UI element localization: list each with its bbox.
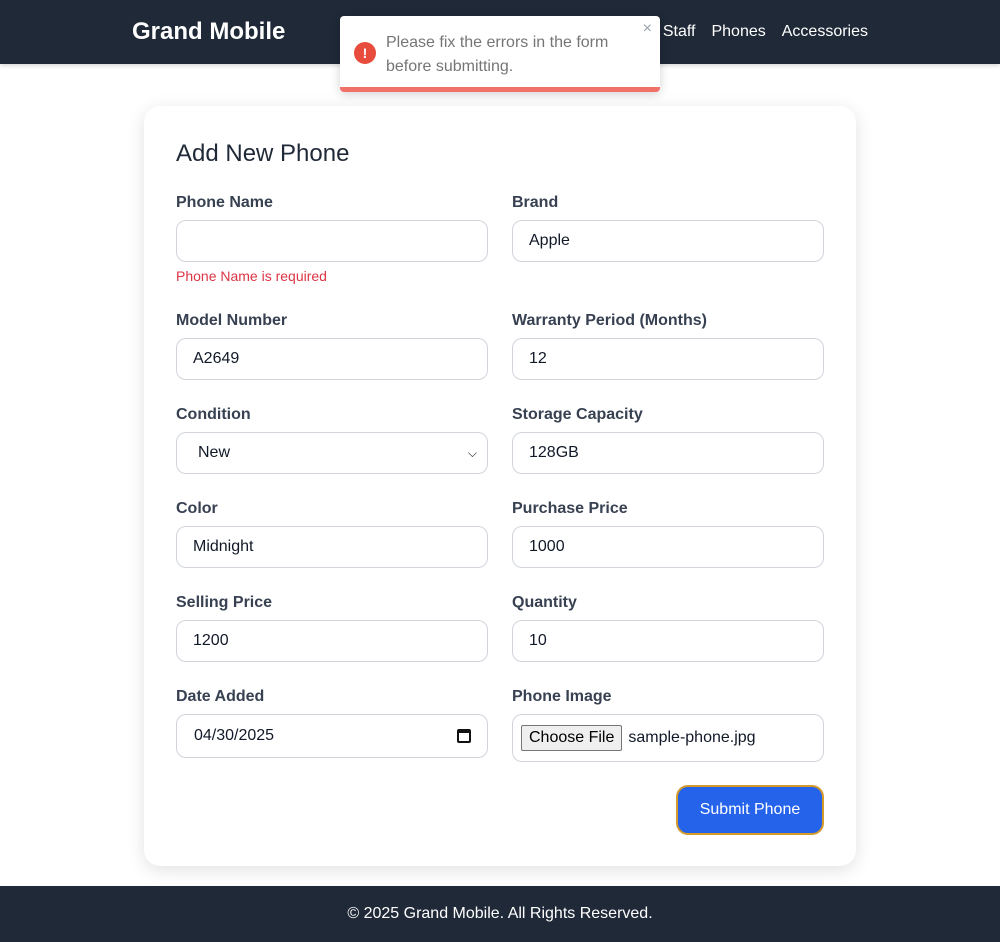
field-phone-image: Phone Image Choose File sample-phone.jpg [512,688,824,762]
field-date-added: Date Added 04/30/2025 [176,688,488,758]
phone-name-input[interactable] [176,220,488,262]
field-condition: Condition New ⌵ [176,406,488,474]
brand-label: Brand [512,194,559,211]
phone-name-error: Phone Name is required [176,268,327,284]
quantity-label: Quantity [512,594,577,611]
field-selling-price: Selling Price 1200 [176,594,488,662]
model-number-input[interactable]: A2649 [176,338,488,380]
quantity-input[interactable]: 10 [512,620,824,662]
add-phone-card: Add New Phone Phone Name Phone Name is r… [144,106,856,866]
storage-label: Storage Capacity [512,406,643,423]
color-input[interactable]: Midnight [176,526,488,568]
purchase-price-label: Purchase Price [512,500,628,517]
error-toast: ! Please fix the errors in the form befo… [340,16,660,92]
field-brand: Brand Apple [512,194,824,262]
field-color: Color Midnight [176,500,488,568]
storage-input[interactable]: 128GB [512,432,824,474]
nav-links: Staff Phones Accessories [663,23,868,41]
form-title: Add New Phone [176,140,350,167]
field-purchase-price: Purchase Price 1000 [512,500,824,568]
date-added-label: Date Added [176,688,265,705]
color-label: Color [176,500,218,517]
error-icon: ! [354,42,376,64]
field-warranty: Warranty Period (Months) 12 [512,312,824,380]
field-phone-name: Phone Name Phone Name is required [176,194,488,284]
purchase-price-input[interactable]: 1000 [512,526,824,568]
condition-selected-value: New [198,444,231,461]
file-name: sample-phone.jpg [628,729,756,746]
model-number-label: Model Number [176,312,288,329]
selling-price-input[interactable]: 1200 [176,620,488,662]
choose-file-button[interactable]: Choose File [521,725,623,751]
nav-link-accessories[interactable]: Accessories [782,23,868,41]
footer-text: © 2025 Grand Mobile. All Rights Reserved… [347,905,653,922]
phone-image-file-input: Choose File sample-phone.jpg [512,714,824,762]
condition-select[interactable]: New ⌵ [176,432,488,474]
footer: © 2025 Grand Mobile. All Rights Reserved… [0,886,1000,942]
field-storage: Storage Capacity 128GB [512,406,824,474]
selling-price-label: Selling Price [176,594,273,611]
warranty-label: Warranty Period (Months) [512,312,707,329]
brand-logo-text[interactable]: Grand Mobile [132,18,285,46]
field-model-number: Model Number A2649 [176,312,488,380]
date-added-input[interactable]: 04/30/2025 [176,714,488,758]
submit-phone-button[interactable]: Submit Phone [676,785,824,835]
phone-name-label: Phone Name [176,194,273,211]
phone-image-label: Phone Image [512,688,612,705]
toast-progress-bar [340,87,660,92]
condition-label: Condition [176,406,251,423]
warranty-input[interactable]: 12 [512,338,824,380]
brand-input[interactable]: Apple [512,220,824,262]
chevron-down-icon: ⌵ [467,445,477,460]
field-quantity: Quantity 10 [512,594,824,662]
nav-link-staff[interactable]: Staff [663,23,696,41]
calendar-icon[interactable] [457,729,471,743]
close-icon[interactable]: × [643,20,652,38]
nav-link-phones[interactable]: Phones [711,23,765,41]
toast-message: Please fix the errors in the form before… [386,34,609,75]
date-added-value: 04/30/2025 [194,727,275,744]
